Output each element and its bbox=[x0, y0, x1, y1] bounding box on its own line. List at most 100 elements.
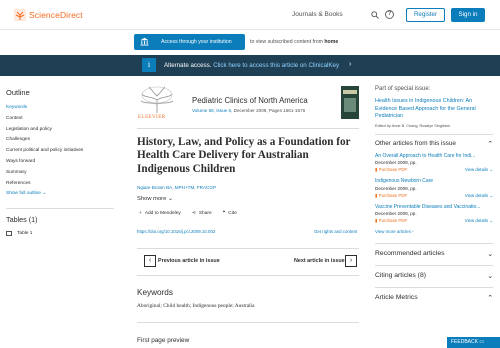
pdf-icon: ▮ bbox=[375, 192, 378, 198]
right-sidebar: Part of special issue: Health Issues in … bbox=[375, 86, 493, 302]
outline-item-context[interactable]: Context bbox=[6, 116, 116, 127]
chevron-right-icon[interactable]: › bbox=[349, 61, 351, 68]
chevron-down-icon: ⌄ bbox=[489, 218, 493, 223]
article-actions-row: ▮ Purchase PDF View details ⌄ bbox=[375, 167, 493, 173]
outline-item-challenges[interactable]: Challenges bbox=[6, 137, 116, 148]
divider bbox=[137, 322, 359, 323]
prev-next-navigation: ‹ Previous article in issue Next article… bbox=[137, 249, 357, 273]
view-details-link[interactable]: View details ⌄ bbox=[465, 167, 493, 173]
part-of-issue-label: Part of special issue: bbox=[375, 86, 431, 92]
search-icon[interactable] bbox=[371, 11, 379, 19]
access-description: to view subscribed content from home bbox=[250, 39, 338, 45]
divider bbox=[375, 286, 493, 288]
chevron-down-icon: ⌄ bbox=[489, 167, 493, 172]
view-more-articles-link[interactable]: View more articles › bbox=[375, 228, 493, 236]
journal-title[interactable]: Pediatric Clinics of North America bbox=[192, 96, 308, 105]
show-more-label: Show more bbox=[137, 196, 167, 202]
divider bbox=[6, 208, 114, 209]
next-article-link[interactable]: Next article in issue bbox=[294, 258, 345, 264]
sciencedirect-brand[interactable]: ScienceDirect bbox=[29, 10, 83, 20]
top-navigation-bar: ScienceDirect Journals & Books ? Registe… bbox=[0, 0, 500, 30]
quote-icon: ❝ bbox=[222, 211, 226, 216]
list-item: Vaccine Preventable Diseases and Vaccina… bbox=[375, 204, 493, 225]
journal-issue-info: Volume 56, Issue 6, December 2009, Pages… bbox=[192, 108, 305, 113]
divider bbox=[375, 242, 493, 244]
article-date: December 2009, pp. bbox=[375, 160, 417, 165]
article-date: December 2009, pp. bbox=[375, 211, 417, 216]
show-more-button[interactable]: Show more ⌄ bbox=[137, 196, 173, 202]
chevron-right-icon: › bbox=[412, 229, 414, 234]
chevron-down-icon: ⌄ bbox=[487, 250, 493, 258]
outline-item-references[interactable]: References bbox=[6, 181, 116, 192]
first-page-preview-heading: First page preview bbox=[137, 337, 190, 344]
outline-item-keywords[interactable]: Keywords bbox=[6, 105, 116, 116]
share-button[interactable]: ⋖ Share bbox=[192, 211, 212, 216]
article-link-vaccine[interactable]: Vaccine Preventable Diseases and Vaccina… bbox=[375, 204, 493, 212]
help-icon[interactable]: ? bbox=[385, 10, 394, 19]
other-articles-header[interactable]: Other articles from this issue ⌃ bbox=[375, 140, 493, 148]
feedback-label: FEEDBACK bbox=[451, 339, 478, 345]
cite-label: Cite bbox=[228, 211, 237, 216]
chat-icon: ▭ bbox=[479, 339, 485, 345]
table-1-label: Table 1 bbox=[17, 231, 33, 236]
chevron-down-icon: ⌄ bbox=[487, 272, 493, 280]
pdf-icon: ▮ bbox=[375, 167, 378, 172]
journals-books-link[interactable]: Journals & Books bbox=[292, 11, 343, 18]
issue-date-pages: December 2009, Pages 1561-1576 bbox=[232, 108, 306, 113]
alternate-access-label: Alternate access. bbox=[164, 62, 212, 69]
access-text-home: home bbox=[324, 39, 339, 45]
list-item: Indigenous Newborn Care December 2009, p… bbox=[375, 178, 493, 199]
divider bbox=[375, 264, 493, 266]
article-link-overall-approach[interactable]: An Overall Approach to Health Care for I… bbox=[375, 153, 493, 161]
chevron-right-icon[interactable]: › bbox=[345, 255, 357, 267]
view-details-link[interactable]: View details ⌄ bbox=[465, 218, 493, 224]
view-details-label: View details bbox=[464, 218, 489, 223]
author-link[interactable]: Ngiare Brown BA, MPH+TM, FRACGP bbox=[137, 185, 216, 190]
access-button-label: Access through your institution bbox=[161, 39, 232, 45]
chevron-left-icon[interactable]: ‹ bbox=[144, 255, 156, 267]
article-actions-row: ▮ Purchase PDF View details ⌄ bbox=[375, 193, 493, 199]
tables-heading: Tables (1) bbox=[6, 215, 38, 224]
article-metrics-header[interactable]: Article Metrics ⌃ bbox=[375, 294, 493, 302]
divider bbox=[137, 128, 359, 129]
publisher-name: ELSEVIER bbox=[138, 115, 166, 120]
doi-link[interactable]: https://doi.org/10.1016/j.pcl.2009.10.00… bbox=[137, 229, 215, 234]
show-full-outline-link[interactable]: Show full outline ⌄ bbox=[6, 191, 116, 196]
special-issue-link[interactable]: Health Issues in Indigenous Children: An… bbox=[375, 98, 493, 121]
show-full-outline-label: Show full outline bbox=[6, 191, 41, 197]
cite-button[interactable]: ❝ Cite bbox=[223, 211, 237, 216]
outline-item-current-initiatives[interactable]: Current political and policy initiatives bbox=[6, 148, 116, 159]
outline-title: Outline bbox=[6, 88, 30, 97]
outline-item-ways-forward[interactable]: Ways forward bbox=[6, 159, 116, 170]
purchase-pdf-label: Purchase PDF bbox=[378, 192, 408, 198]
article-link-newborn-care[interactable]: Indigenous Newborn Care bbox=[375, 178, 493, 186]
purchase-pdf-link[interactable]: ▮ Purchase PDF bbox=[375, 218, 407, 224]
citing-articles-header[interactable]: Citing articles (8) ⌄ bbox=[375, 272, 493, 280]
outline-panel: Outline Keywords Context Legislation and… bbox=[6, 88, 116, 196]
register-button[interactable]: Register bbox=[406, 8, 445, 22]
sign-in-button[interactable]: Sign in bbox=[451, 8, 485, 22]
clinicalkey-link[interactable]: Click here to access this article on Cli… bbox=[213, 62, 339, 69]
divider bbox=[137, 275, 359, 276]
previous-article-link[interactable]: Previous article in issue bbox=[158, 258, 220, 264]
journal-cover-image[interactable] bbox=[341, 86, 359, 119]
cover-band bbox=[343, 90, 357, 94]
recommended-articles-header[interactable]: Recommended articles ⌄ bbox=[375, 250, 493, 258]
volume-issue-link[interactable]: Volume 56, Issue 6, bbox=[192, 108, 232, 113]
outline-item-legislation[interactable]: Legislation and policy bbox=[6, 127, 116, 138]
issue-editors: Edited by Anne B. Chang, Rosalyn Singlet… bbox=[375, 123, 451, 128]
article-actions-row: ▮ Purchase PDF View details ⌄ bbox=[375, 218, 493, 224]
rights-content-link[interactable]: Get rights and content bbox=[314, 229, 357, 234]
purchase-pdf-link[interactable]: ▮ Purchase PDF bbox=[375, 193, 407, 199]
feedback-button[interactable]: FEEDBACK ▭ bbox=[447, 337, 500, 348]
outline-item-summary[interactable]: Summary bbox=[6, 170, 116, 181]
add-to-mendeley-button[interactable]: + Add to Mendeley bbox=[139, 211, 181, 216]
article-actions: + Add to Mendeley ⋖ Share ❝ Cite bbox=[139, 211, 237, 216]
access-through-institution-button[interactable]: Access through your institution bbox=[134, 34, 245, 50]
recommended-articles-heading: Recommended articles bbox=[375, 249, 445, 257]
table-1-link[interactable]: Table 1 bbox=[6, 231, 32, 236]
elsevier-tree-logo-icon[interactable] bbox=[14, 9, 26, 21]
purchase-pdf-link[interactable]: ▮ Purchase PDF bbox=[375, 167, 407, 173]
view-details-link[interactable]: View details ⌄ bbox=[465, 193, 493, 199]
keywords-heading: Keywords bbox=[137, 288, 173, 297]
